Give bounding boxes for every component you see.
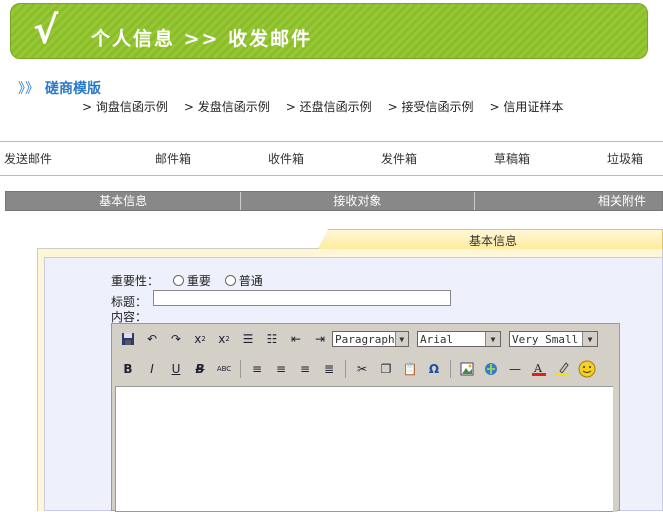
highlight-icon[interactable] (551, 358, 575, 380)
align-right-icon[interactable]: ≡ (293, 358, 317, 380)
size-select[interactable]: Very Small ▼ (509, 331, 598, 347)
underline-icon[interactable]: U (164, 358, 188, 380)
redo-icon[interactable]: ↷ (164, 328, 188, 350)
offer-example-link[interactable]: > 发盘信函示例 (184, 98, 270, 115)
italic-icon[interactable]: I (140, 358, 164, 380)
insert-image-icon[interactable] (455, 358, 479, 380)
importance-row: 重要性： 重要 普通 (111, 272, 263, 289)
outdent-icon[interactable]: ⇤ (284, 328, 308, 350)
checkmark-icon: √ (33, 8, 59, 52)
save-icon[interactable] (116, 328, 140, 350)
subject-input[interactable] (153, 290, 451, 306)
spellcheck-icon[interactable]: ABC (212, 358, 236, 380)
inbox-link[interactable]: 收件箱 (268, 150, 304, 167)
align-left-icon[interactable]: ≡ (245, 358, 269, 380)
importance-option-important: 重要 (186, 274, 211, 288)
divider (0, 141, 663, 142)
template-title[interactable]: 磋商模版 (45, 81, 101, 97)
template-links: > 询盘信函示例 > 发盘信函示例 > 还盘信函示例 > 接受信函示例 > 信用… (82, 98, 563, 115)
unordered-list-icon[interactable]: ☷ (260, 328, 284, 350)
tab-recipients[interactable]: 接收对象 (241, 192, 475, 210)
page-title: 个人信息 >> 收发邮件 (91, 28, 313, 50)
indent-icon[interactable]: ⇥ (308, 328, 332, 350)
editor-toolbar-bottom: B I U B ABC ≡ ≡ ≡ ≣ ✂ ❐ 📋 Ω — A (116, 357, 599, 381)
emoticon-icon[interactable] (575, 358, 599, 380)
trash-link[interactable]: 垃圾箱 (607, 150, 643, 167)
double-arrow-icon: 》》 (18, 81, 39, 97)
strikethrough-icon[interactable]: B (188, 358, 212, 380)
format-select[interactable]: Paragraph ▼ (332, 331, 409, 347)
format-select-value: Paragraph (335, 332, 395, 346)
importance-option-normal: 普通 (238, 274, 263, 288)
separator (450, 360, 451, 378)
panel-tab-basic-info[interactable]: 基本信息 (318, 229, 663, 249)
bold-icon[interactable]: B (116, 358, 140, 380)
font-select-value: Arial (420, 332, 454, 346)
align-justify-icon[interactable]: ≣ (317, 358, 341, 380)
subscript-icon[interactable]: x2 (188, 328, 212, 350)
ordered-list-icon[interactable]: ☰ (236, 328, 260, 350)
font-select[interactable]: Arial ▼ (417, 331, 501, 347)
importance-label: 重要性： (111, 274, 160, 288)
tab-basic-info[interactable]: 基本信息 (6, 192, 242, 210)
rich-text-editor: ↶ ↷ x2 x2 ☰ ☷ ⇤ ⇥ Paragraph ▼ Arial ▼ Very… (111, 323, 620, 512)
paste-icon[interactable]: 📋 (398, 358, 422, 380)
header-banner: √ 个人信息 >> 收发邮件 (10, 3, 648, 59)
panel-tab-label: 基本信息 (469, 234, 518, 248)
importance-radio-important[interactable] (172, 275, 184, 286)
editor-content-area[interactable] (115, 386, 614, 512)
insert-link-icon[interactable] (479, 358, 503, 380)
mailbox-link[interactable]: 邮件箱 (155, 150, 191, 167)
lc-sample-link[interactable]: > 信用证样本 (490, 98, 564, 115)
outbox-link[interactable]: 发件箱 (381, 150, 417, 167)
align-center-icon[interactable]: ≡ (269, 358, 293, 380)
superscript-icon[interactable]: x2 (212, 328, 236, 350)
importance-radio-normal[interactable] (224, 275, 236, 286)
inquiry-example-link[interactable]: > 询盘信函示例 (82, 98, 168, 115)
chevron-down-icon: ▼ (485, 332, 500, 346)
undo-icon[interactable]: ↶ (140, 328, 164, 350)
template-heading: 》》 磋商模版 (18, 78, 101, 98)
cut-icon[interactable]: ✂ (350, 358, 374, 380)
size-select-value: Very Small (512, 332, 579, 346)
font-color-icon[interactable]: A (527, 358, 551, 380)
editor-toolbar-top: ↶ ↷ x2 x2 ☰ ☷ ⇤ ⇥ Paragraph ▼ Arial ▼ Very… (116, 327, 606, 351)
horizontal-rule-icon[interactable]: — (503, 358, 527, 380)
counteroffer-example-link[interactable]: > 还盘信函示例 (286, 98, 372, 115)
separator (240, 360, 241, 378)
section-tabbar: 基本信息 接收对象 相关附件 (5, 191, 663, 211)
acceptance-example-link[interactable]: > 接受信函示例 (388, 98, 474, 115)
tab-attachments[interactable]: 相关附件 (475, 192, 662, 210)
drafts-link[interactable]: 草稿箱 (494, 150, 530, 167)
copy-icon[interactable]: ❐ (374, 358, 398, 380)
chevron-down-icon: ▼ (582, 332, 597, 346)
chevron-down-icon: ▼ (394, 332, 408, 346)
send-mail-link[interactable]: 发送邮件 (4, 150, 52, 167)
editor-scrollbar[interactable] (613, 386, 617, 512)
special-char-icon[interactable]: Ω (422, 358, 446, 380)
separator (345, 360, 346, 378)
divider (0, 175, 663, 176)
